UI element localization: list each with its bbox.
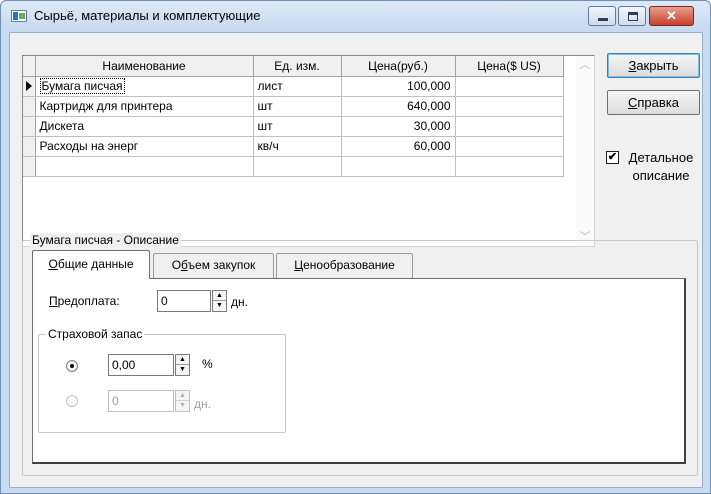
materials-table: Наименование Ед. изм. Цена(руб.) Цена($ … (23, 56, 564, 177)
cell-unit[interactable]: лист (253, 76, 342, 97)
cell-price-rub[interactable]: 100,000 (341, 76, 456, 97)
cell-price-rub[interactable] (341, 156, 456, 177)
row-indicator (23, 156, 36, 177)
main-window: Сырьё, материалы и комплектующие ✕ Наиме… (0, 0, 711, 494)
safety-stock-percent-input[interactable]: 0,00 (108, 354, 174, 376)
stepper-down-icon[interactable]: ▼ (176, 365, 189, 375)
maximize-button[interactable] (618, 6, 646, 26)
current-row-arrow-icon (26, 81, 32, 91)
table-row[interactable]: Расходы на энерг кв/ч 60,000 (23, 136, 564, 157)
safety-stock-days-stepper[interactable]: ▲ ▼ (175, 390, 190, 412)
grid-header-row: Наименование Ед. изм. Цена(руб.) Цена($ … (23, 56, 564, 77)
close-icon: ✕ (666, 8, 677, 23)
cell-name[interactable]: Картридж для принтера (35, 96, 254, 117)
close-button[interactable]: Закрыть (607, 53, 700, 78)
title-bar[interactable]: Сырьё, материалы и комплектующие ✕ (1, 1, 710, 31)
safety-stock-percent-radio[interactable] (66, 360, 78, 372)
help-button[interactable]: Справка (607, 90, 700, 115)
cell-name[interactable]: Дискета (35, 116, 254, 137)
minimize-button[interactable] (588, 6, 616, 26)
tab-pricing[interactable]: Ценообразование (276, 253, 413, 279)
minimize-icon (598, 18, 608, 21)
tab-purchase-volume[interactable]: Объем закупок (153, 253, 274, 279)
window-close-button[interactable]: ✕ (649, 6, 694, 26)
window-title: Сырьё, материалы и комплектующие (34, 8, 261, 23)
prepayment-input[interactable]: 0 (157, 290, 211, 312)
cell-price-usd[interactable] (455, 116, 564, 137)
cell-price-usd[interactable] (455, 76, 564, 97)
cell-unit[interactable]: кв/ч (253, 136, 342, 157)
header-indicator-cell (23, 56, 36, 77)
grid-vertical-scrollbar[interactable]: ︿ ﹀ (576, 56, 594, 246)
table-row[interactable]: Картридж для принтера шт 640,000 (23, 96, 564, 117)
header-unit[interactable]: Ед. изм. (253, 56, 342, 77)
safety-stock-percent-stepper[interactable]: ▲ ▼ (175, 354, 190, 376)
prepayment-unit: дн. (231, 295, 248, 309)
header-price-usd[interactable]: Цена($ US) (455, 56, 564, 77)
stepper-up-icon[interactable]: ▲ (213, 291, 226, 301)
prepayment-stepper[interactable]: ▲ ▼ (212, 290, 227, 312)
cell-price-rub[interactable]: 30,000 (341, 116, 456, 137)
prepayment-label: Предоплата: (49, 294, 120, 308)
safety-stock-days-unit: дн. (194, 397, 211, 411)
stepper-up-icon[interactable]: ▲ (176, 355, 189, 365)
header-name[interactable]: Наименование (35, 56, 254, 77)
app-icon (11, 10, 27, 22)
cell-unit[interactable]: шт (253, 96, 342, 117)
cell-price-rub[interactable]: 640,000 (341, 96, 456, 117)
safety-stock-title: Страховой запас (46, 327, 145, 341)
scroll-up-icon[interactable]: ︿ (576, 56, 594, 74)
detail-description-checkbox[interactable]: ✔ (606, 151, 619, 164)
stepper-down-icon[interactable]: ▼ (213, 301, 226, 311)
table-row-empty[interactable] (23, 156, 564, 177)
tab-general-data[interactable]: Общие данные (32, 250, 150, 279)
table-row[interactable]: Бумага писчая лист 100,000 (23, 76, 564, 97)
maximize-icon (628, 12, 638, 21)
row-indicator (23, 76, 36, 97)
cell-price-usd[interactable] (455, 156, 564, 177)
detail-description-label[interactable]: Детальное описание (621, 149, 701, 185)
client-area: Наименование Ед. изм. Цена(руб.) Цена($ … (9, 32, 703, 488)
header-price-rub[interactable]: Цена(руб.) (341, 56, 456, 77)
cell-price-usd[interactable] (455, 96, 564, 117)
cell-unit[interactable]: шт (253, 116, 342, 137)
table-row[interactable]: Дискета шт 30,000 (23, 116, 564, 137)
description-group-title: Бумага писчая - Описание (30, 233, 181, 247)
cell-name[interactable]: Расходы на энерг (35, 136, 254, 157)
safety-stock-days-input[interactable]: 0 (108, 390, 174, 412)
cell-unit[interactable] (253, 156, 342, 177)
cell-price-rub[interactable]: 60,000 (341, 136, 456, 157)
safety-stock-days-radio[interactable] (66, 395, 78, 407)
safety-stock-group (38, 334, 286, 433)
stepper-up-icon[interactable]: ▲ (176, 391, 189, 401)
row-indicator (23, 96, 36, 117)
row-indicator (23, 136, 36, 157)
row-indicator (23, 116, 36, 137)
cell-name[interactable]: Бумага писчая (35, 76, 254, 97)
cell-name[interactable] (35, 156, 254, 177)
stepper-down-icon[interactable]: ▼ (176, 401, 189, 411)
materials-grid[interactable]: Наименование Ед. изм. Цена(руб.) Цена($ … (22, 55, 595, 247)
safety-stock-percent-unit: % (202, 357, 213, 371)
cell-price-usd[interactable] (455, 136, 564, 157)
